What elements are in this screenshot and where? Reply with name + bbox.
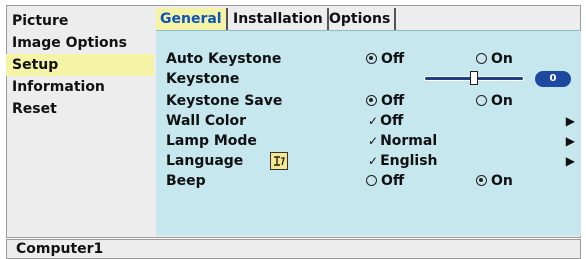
checkmark-icon: ✓ [368, 114, 379, 128]
language-value: ✓ English [368, 153, 438, 169]
beep-on-option[interactable]: On [476, 171, 513, 191]
keystone-slider[interactable] [424, 71, 524, 85]
menu-item-setup[interactable]: Setup [6, 54, 154, 76]
keystone-row: Keystone 0 [156, 69, 581, 89]
keystone-save-off-option[interactable]: Off [366, 91, 404, 111]
keystone-save-label: Keystone Save [166, 93, 283, 109]
checkmark-icon: ✓ [368, 154, 379, 168]
beep-row: Beep Off On [156, 171, 581, 191]
menu-item-image-options[interactable]: Image Options [6, 32, 154, 54]
lamp-mode-value: ✓ Normal [368, 133, 438, 149]
menu-item-picture[interactable]: Picture [6, 10, 154, 32]
submenu-arrow-icon[interactable]: ▶ [566, 151, 575, 171]
wall-color-row[interactable]: Wall Color ✓ Off ▶ [156, 111, 581, 131]
keystone-value-badge: 0 [535, 71, 571, 87]
input-source-label: Computer1 [16, 241, 104, 257]
menu-item-reset[interactable]: Reset [6, 98, 154, 120]
radio-unselected-icon [366, 175, 377, 186]
language-row[interactable]: Language ✓ English ▶ [156, 151, 581, 171]
submenu-arrow-icon[interactable]: ▶ [566, 111, 575, 131]
radio-unselected-icon [476, 95, 487, 106]
keystone-save-on-option[interactable]: On [476, 91, 513, 111]
slider-thumb[interactable] [470, 71, 478, 85]
auto-keystone-on-option[interactable]: On [476, 49, 513, 69]
projector-menu-screen: Picture Image Options Setup Information … [0, 0, 586, 259]
wall-color-label: Wall Color [166, 113, 247, 129]
radio-selected-icon [366, 53, 377, 64]
auto-keystone-label: Auto Keystone [166, 51, 282, 67]
menu-item-information[interactable]: Information [6, 76, 154, 98]
radio-unselected-icon [476, 53, 487, 64]
radio-selected-icon [476, 175, 487, 186]
keystone-label: Keystone [166, 71, 240, 87]
beep-off-option[interactable]: Off [366, 171, 404, 191]
wall-color-value: ✓ Off [368, 113, 404, 129]
settings-panel: Auto Keystone Off On Keystone 0 Keystone… [156, 30, 581, 236]
lamp-mode-label: Lamp Mode [166, 133, 257, 149]
submenu-arrow-icon[interactable]: ▶ [566, 131, 575, 151]
tab-general[interactable]: General [156, 8, 228, 30]
tab-options[interactable]: Options [325, 8, 397, 30]
auto-keystone-row: Auto Keystone Off On [156, 49, 581, 69]
auto-keystone-off-option[interactable]: Off [366, 49, 404, 69]
lamp-mode-row[interactable]: Lamp Mode ✓ Normal ▶ [156, 131, 581, 151]
status-bar: Computer1 [6, 239, 581, 259]
tab-installation[interactable]: Installation [229, 8, 329, 30]
language-icon [270, 152, 288, 170]
checkmark-icon: ✓ [368, 134, 379, 148]
radio-selected-icon [366, 95, 377, 106]
keystone-save-row: Keystone Save Off On [156, 91, 581, 111]
beep-label: Beep [166, 173, 206, 189]
language-label: Language [166, 153, 244, 169]
left-menu: Picture Image Options Setup Information … [6, 6, 154, 232]
